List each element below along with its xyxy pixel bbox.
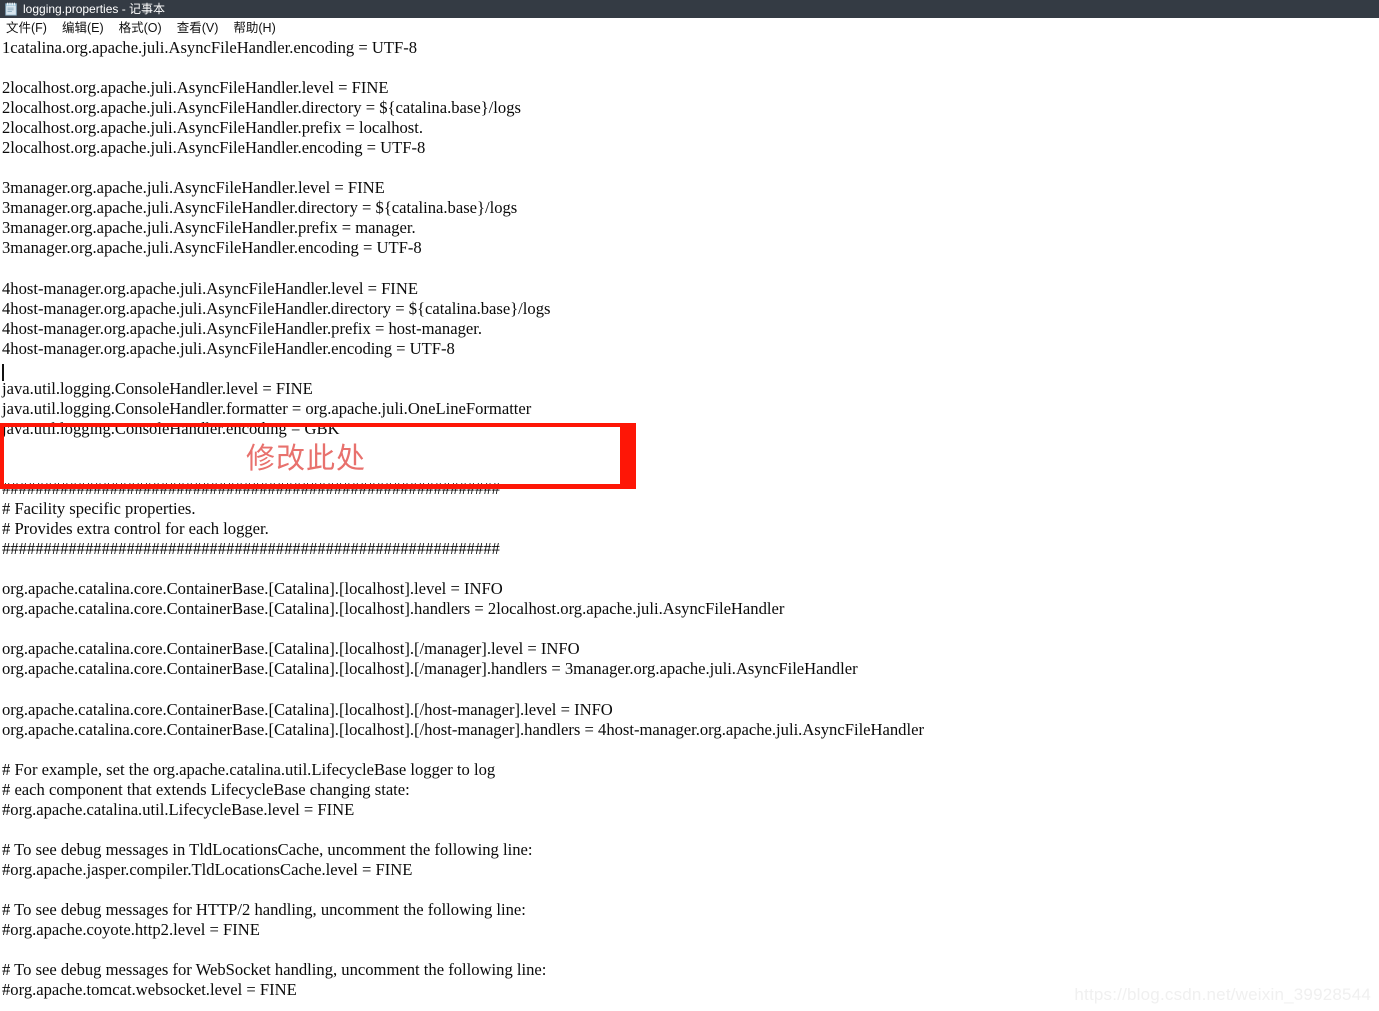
editor-line: # To see debug messages in TldLocationsC…	[2, 839, 533, 859]
text-caret	[2, 364, 4, 381]
notepad-icon	[5, 2, 17, 16]
editor-line: # Facility specific properties.	[2, 499, 196, 519]
editor-line: #org.apache.jasper.compiler.TldLocations…	[2, 859, 413, 879]
menu-item-edit[interactable]: 编辑(E)	[62, 18, 104, 38]
menu-item-format[interactable]: 格式(O)	[119, 18, 162, 38]
editor-line: 4host-manager.org.apache.juli.AsyncFileH…	[2, 298, 551, 318]
window-title: logging.properties - 记事本	[23, 2, 166, 16]
text-editor-area[interactable]: 1catalina.org.apache.juli.AsyncFileHandl…	[0, 38, 1379, 1011]
editor-line: ########################################…	[2, 539, 500, 559]
editor-line: 1catalina.org.apache.juli.AsyncFileHandl…	[2, 38, 418, 57]
editor-line: 3manager.org.apache.juli.AsyncFileHandle…	[2, 238, 422, 258]
editor-line: 2localhost.org.apache.juli.AsyncFileHand…	[2, 138, 426, 158]
editor-line: # each component that extends LifecycleB…	[2, 779, 410, 799]
editor-line: # Provides extra control for each logger…	[2, 519, 269, 539]
editor-line: java.util.logging.ConsoleHandler.encodin…	[2, 418, 340, 438]
editor-line: 3manager.org.apache.juli.AsyncFileHandle…	[2, 198, 518, 218]
editor-line: 2localhost.org.apache.juli.AsyncFileHand…	[2, 78, 389, 98]
editor-line: 2localhost.org.apache.juli.AsyncFileHand…	[2, 118, 424, 138]
editor-line: #org.apache.catalina.util.LifecycleBase.…	[2, 799, 355, 819]
editor-line: org.apache.catalina.core.ContainerBase.[…	[2, 639, 580, 659]
editor-line: java.util.logging.ConsoleHandler.level =…	[2, 378, 313, 398]
editor-line: java.util.logging.ConsoleHandler.formatt…	[2, 398, 532, 418]
editor-line: ########################################…	[2, 479, 500, 499]
menubar: 文件(F) 编辑(E) 格式(O) 查看(V) 帮助(H)	[0, 18, 1379, 38]
annotation-label: 修改此处	[246, 443, 367, 475]
editor-line: 4host-manager.org.apache.juli.AsyncFileH…	[2, 318, 482, 338]
editor-line: #org.apache.coyote.http2.level = FINE	[2, 920, 260, 940]
editor-text-content[interactable]: 1catalina.org.apache.juli.AsyncFileHandl…	[2, 38, 924, 1000]
editor-line: 4host-manager.org.apache.juli.AsyncFileH…	[2, 338, 455, 358]
editor-line: org.apache.catalina.core.ContainerBase.[…	[2, 659, 858, 679]
editor-line: org.apache.catalina.core.ContainerBase.[…	[2, 699, 613, 719]
editor-line: 2localhost.org.apache.juli.AsyncFileHand…	[2, 98, 521, 118]
editor-line: # To see debug messages for WebSocket ha…	[2, 960, 547, 980]
menu-item-file[interactable]: 文件(F)	[6, 18, 47, 38]
window-titlebar: logging.properties - 记事本	[0, 0, 1379, 18]
watermark-url: https://blog.csdn.net/weixin_39928544	[1074, 985, 1371, 1004]
menu-item-help[interactable]: 帮助(H)	[233, 18, 275, 38]
editor-line: org.apache.catalina.core.ContainerBase.[…	[2, 599, 785, 619]
editor-line: org.apache.catalina.core.ContainerBase.[…	[2, 579, 503, 599]
editor-line: 3manager.org.apache.juli.AsyncFileHandle…	[2, 178, 385, 198]
editor-line: # To see debug messages for HTTP/2 handl…	[2, 900, 526, 920]
editor-line: 4host-manager.org.apache.juli.AsyncFileH…	[2, 278, 418, 298]
editor-line: org.apache.catalina.core.ContainerBase.[…	[2, 719, 924, 739]
editor-line: # For example, set the org.apache.catali…	[2, 759, 496, 779]
editor-line: #org.apache.tomcat.websocket.level = FIN…	[2, 980, 297, 1000]
menu-item-view[interactable]: 查看(V)	[177, 18, 219, 38]
editor-line: 3manager.org.apache.juli.AsyncFileHandle…	[2, 218, 416, 238]
